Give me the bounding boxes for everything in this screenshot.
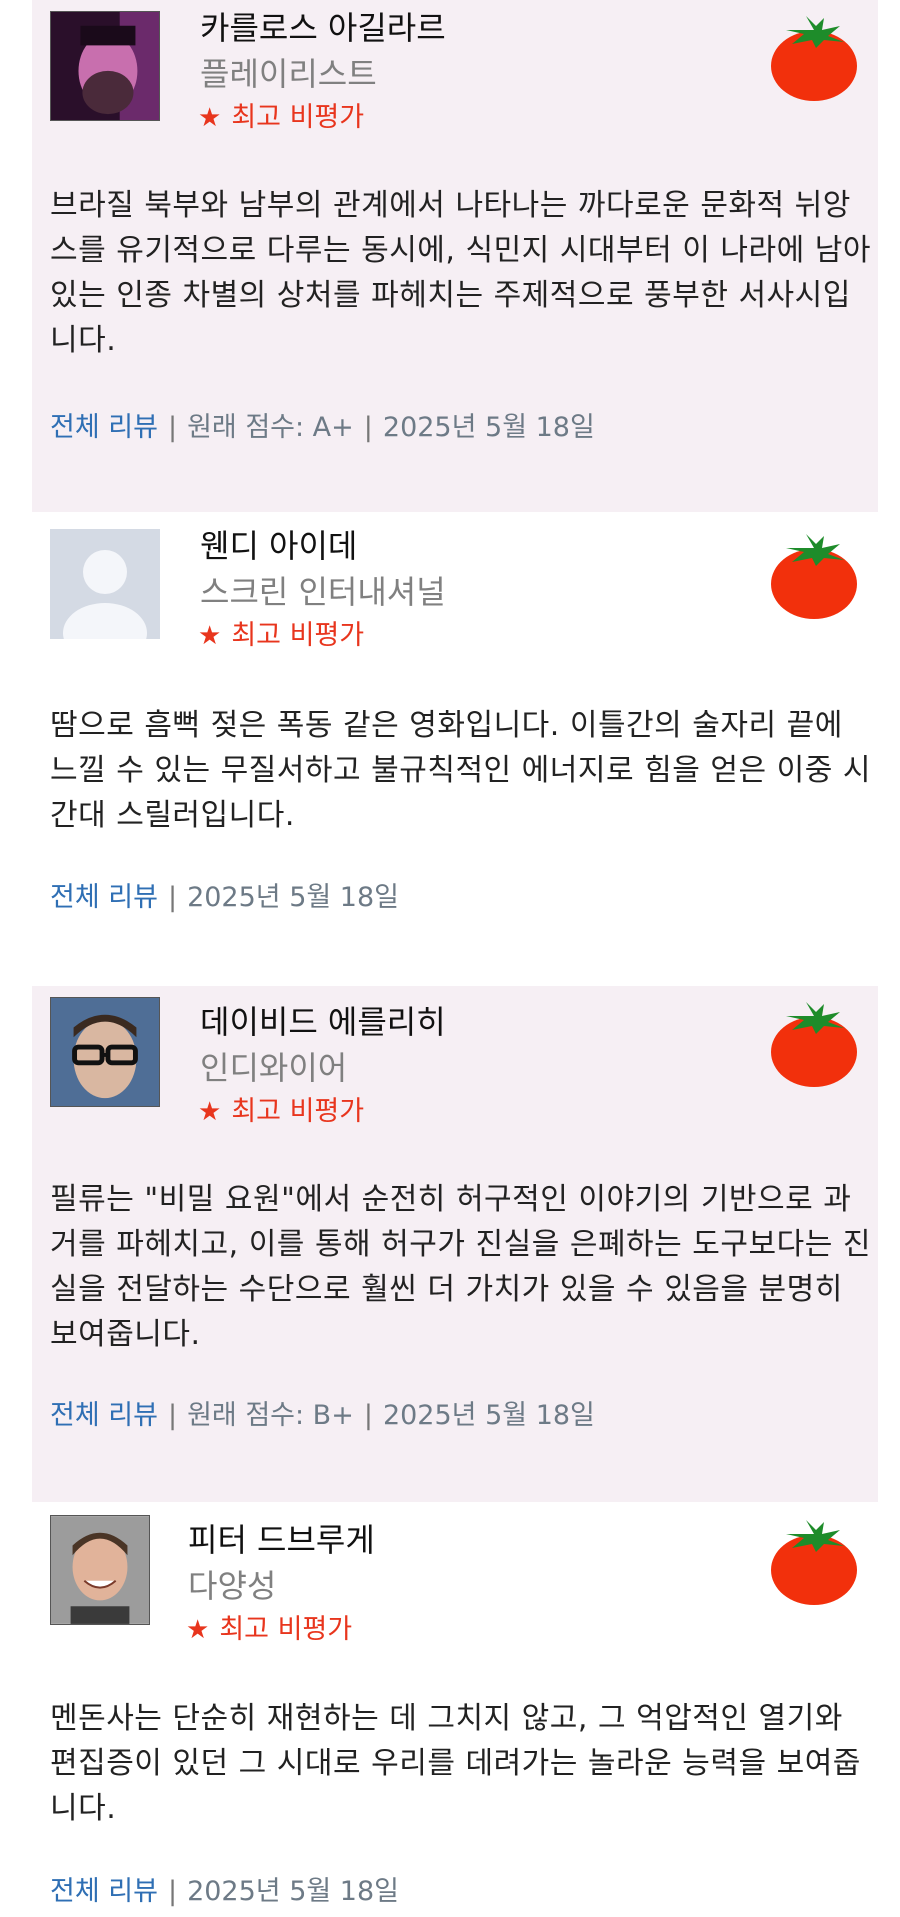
- original-score: 원래 점수: B+: [187, 1400, 354, 1431]
- fresh-tomato-icon: [771, 1002, 857, 1087]
- full-review-link[interactable]: 전체 리뷰: [50, 1400, 158, 1431]
- critic-avatar-david[interactable]: [50, 997, 160, 1107]
- review-meta: 전체 리뷰 | 원래 점수: A+ | 2025년 5월 18일: [50, 410, 595, 446]
- star-icon: ★: [198, 621, 222, 651]
- publication-name[interactable]: 플레이리스트: [200, 54, 377, 94]
- original-score: 원래 점수: A+: [187, 412, 354, 443]
- badge-label: 최고 비평가: [231, 102, 365, 133]
- divider: |: [167, 1400, 178, 1431]
- review-quote: 필류는 "비밀 요원"에서 순전히 허구적인 이야기의 기반으로 과거를 파헤치…: [50, 1182, 871, 1352]
- critic-avatar-carlos[interactable]: [50, 11, 160, 121]
- full-review-link[interactable]: 전체 리뷰: [50, 882, 158, 913]
- star-icon: ★: [186, 1615, 210, 1645]
- top-critic-badge: ★ 최고 비평가: [198, 618, 364, 654]
- avatar-photo: [51, 12, 159, 120]
- full-review-link[interactable]: 전체 리뷰: [50, 1876, 158, 1907]
- review-quote: 브라질 북부와 남부의 관계에서 나타나는 까다로운 문화적 뉘앙스를 유기적으…: [50, 188, 871, 358]
- default-avatar-icon: [50, 529, 160, 639]
- badge-label: 최고 비평가: [231, 1096, 365, 1127]
- fresh-tomato-icon: [771, 1520, 857, 1605]
- avatar-photo: [51, 1516, 149, 1624]
- review-quote: 멘돈사는 단순히 재현하는 데 그치지 않고, 그 억압적인 열기와 편집증이 …: [50, 1701, 861, 1826]
- top-critic-badge: ★ 최고 비평가: [198, 1094, 364, 1130]
- critic-avatar-peter[interactable]: [50, 1515, 150, 1625]
- review-date: 2025년 5월 18일: [187, 1876, 399, 1907]
- critic-name[interactable]: 피터 드브루게: [188, 1520, 375, 1560]
- badge-label: 최고 비평가: [219, 1614, 353, 1645]
- review-card: 데이비드 에를리히 인디와이어 ★ 최고 비평가 필류는 "비밀 요원"에서 순전…: [32, 986, 878, 1502]
- divider: |: [363, 412, 373, 443]
- top-critic-badge: ★ 최고 비평가: [186, 1612, 352, 1648]
- divider: |: [167, 1876, 178, 1907]
- review-date: 2025년 5월 18일: [382, 412, 595, 443]
- publication-name[interactable]: 스크린 인터내셔널: [200, 572, 446, 612]
- critic-name[interactable]: 카를로스 아길라르: [200, 8, 446, 48]
- divider: |: [167, 882, 178, 913]
- publication-name[interactable]: 다양성: [188, 1566, 276, 1606]
- fresh-tomato-icon: [771, 16, 857, 101]
- review-meta: 전체 리뷰 | 원래 점수: B+ | 2025년 5월 18일: [50, 1398, 595, 1434]
- review-meta: 전체 리뷰 | 2025년 5월 18일: [50, 880, 399, 916]
- divider: |: [167, 412, 178, 443]
- review-date: 2025년 5월 18일: [382, 1400, 595, 1431]
- full-review-link[interactable]: 전체 리뷰: [50, 412, 158, 443]
- review-meta: 전체 리뷰 | 2025년 5월 18일: [50, 1874, 399, 1910]
- badge-label: 최고 비평가: [231, 620, 365, 651]
- top-critic-badge: ★ 최고 비평가: [198, 100, 364, 136]
- star-icon: ★: [198, 1097, 222, 1127]
- review-card: 피터 드브루게 다양성 ★ 최고 비평가 멘돈사는 단순히 재현하는 데 그치지 …: [32, 1504, 878, 1917]
- avatar-photo: [51, 998, 159, 1106]
- critic-name[interactable]: 웬디 아이데: [200, 526, 357, 566]
- critic-review-list: 카를로스 아길라르 플레이리스트 ★ 최고 비평가 브라질 북부와 남부의 관계에…: [0, 0, 900, 1917]
- critic-avatar-wendy[interactable]: [50, 529, 160, 639]
- review-date: 2025년 5월 18일: [187, 882, 399, 913]
- review-quote: 땀으로 흠뻑 젖은 폭동 같은 영화입니다. 이틀간의 술자리 끝에 느낄 수 …: [50, 708, 871, 833]
- review-card: 카를로스 아길라르 플레이리스트 ★ 최고 비평가 브라질 북부와 남부의 관계에…: [32, 0, 878, 512]
- review-card: 웬디 아이데 스크린 인터내셔널 ★ 최고 비평가 땀으로 흠뻑 젖은 폭동 같은…: [32, 518, 878, 984]
- fresh-tomato-icon: [771, 534, 857, 619]
- divider: |: [363, 1400, 373, 1431]
- critic-name[interactable]: 데이비드 에를리히: [200, 1002, 446, 1042]
- star-icon: ★: [198, 103, 222, 133]
- publication-name[interactable]: 인디와이어: [200, 1048, 347, 1088]
